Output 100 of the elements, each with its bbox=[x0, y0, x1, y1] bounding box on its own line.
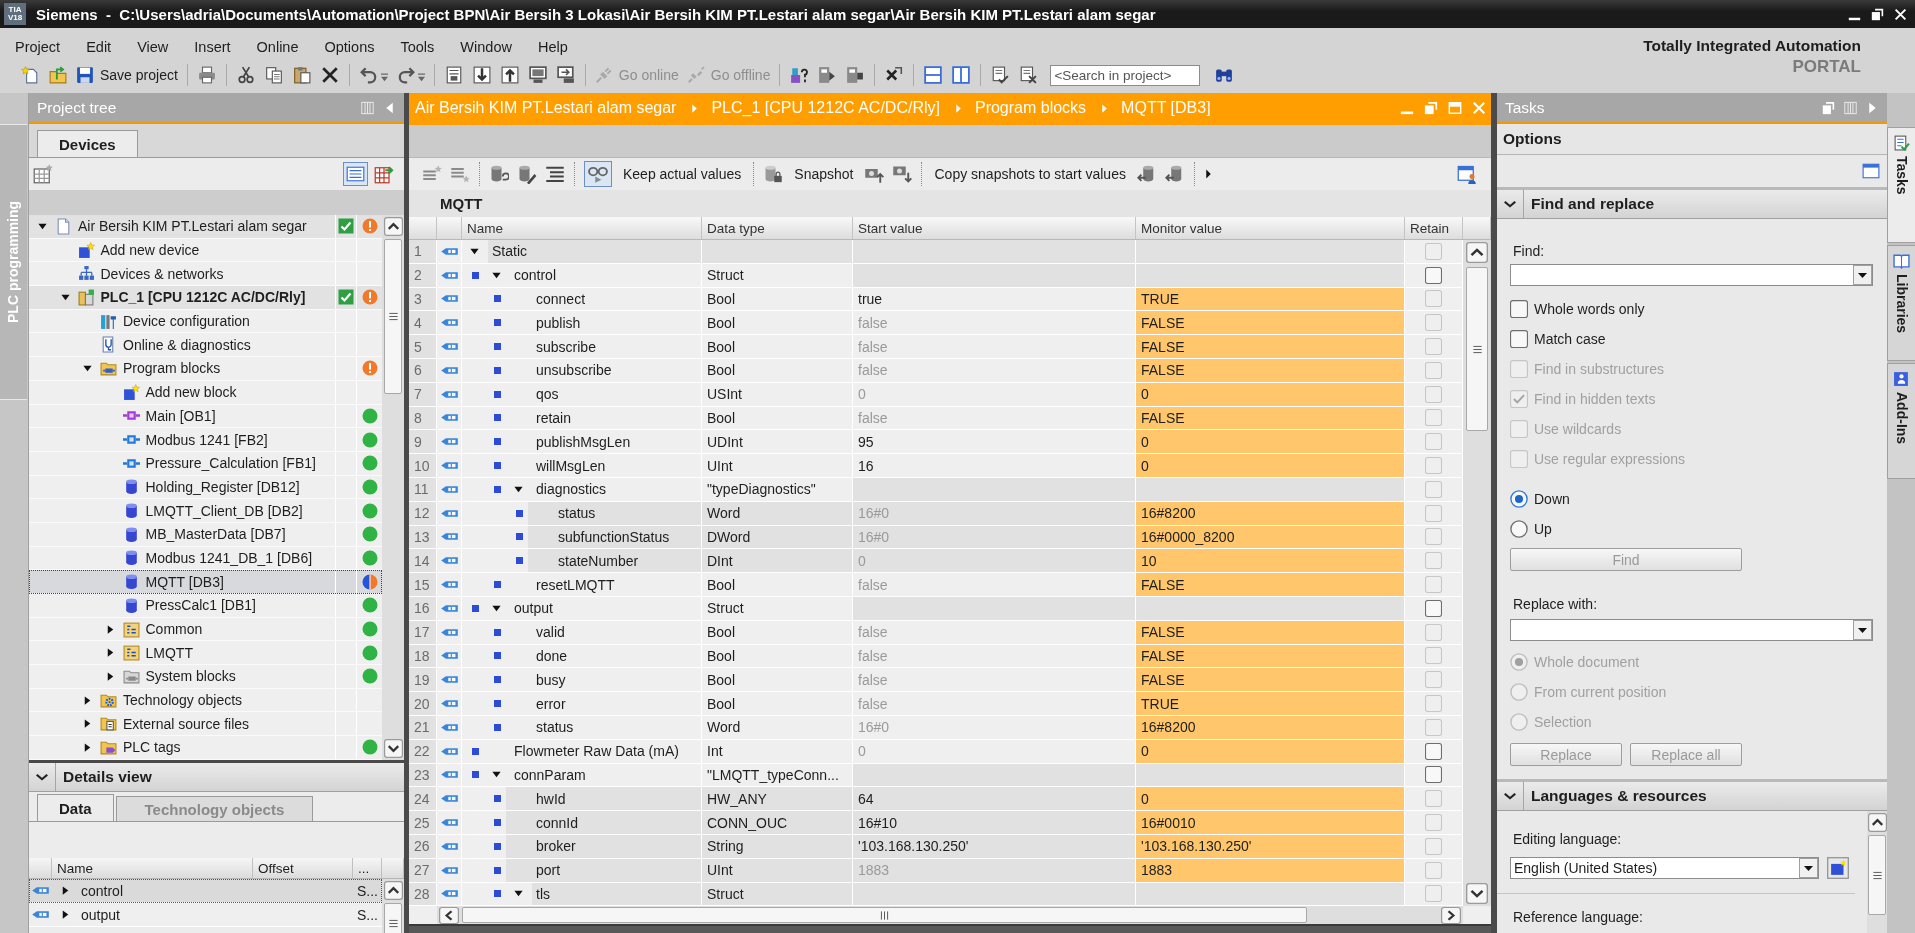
tree-item[interactable]: Modbus 1241_DB_1 [DB6] bbox=[145, 549, 313, 566]
scroll-left-icon[interactable] bbox=[439, 906, 459, 924]
menu-item[interactable]: Tools bbox=[388, 36, 447, 57]
checkbox[interactable] bbox=[1425, 599, 1442, 617]
document-check-icon[interactable] bbox=[991, 66, 1010, 84]
undo-icon[interactable] bbox=[359, 66, 378, 84]
triangle-right-icon[interactable] bbox=[82, 718, 93, 730]
chevron-down-icon[interactable] bbox=[1503, 790, 1517, 802]
printer-icon[interactable] bbox=[197, 66, 216, 84]
tree-item[interactable]: MB_MasterData [DB7] bbox=[145, 526, 286, 543]
star-tile-icon[interactable] bbox=[1827, 857, 1849, 879]
scrollbar[interactable] bbox=[382, 879, 404, 933]
tree-item[interactable]: System blocks bbox=[145, 668, 236, 685]
vertical-tab[interactable]: Tasks bbox=[1887, 127, 1915, 243]
radio-button[interactable] bbox=[1510, 490, 1528, 508]
language-select[interactable]: English (United States) bbox=[1510, 857, 1819, 879]
triangle-right-icon[interactable] bbox=[60, 885, 71, 896]
tab[interactable]: Devices bbox=[37, 130, 138, 157]
menu-item[interactable]: View bbox=[125, 36, 181, 57]
monitor-icon[interactable] bbox=[528, 66, 547, 84]
tree-item[interactable]: PLC tags bbox=[123, 739, 181, 756]
checkbox[interactable] bbox=[1510, 300, 1528, 318]
scroll-down-icon[interactable] bbox=[383, 739, 403, 758]
radio-button[interactable] bbox=[1510, 520, 1528, 538]
copy-icon[interactable] bbox=[264, 66, 283, 84]
monitor-arrow-icon[interactable] bbox=[556, 66, 575, 84]
compile-icon[interactable] bbox=[444, 66, 463, 84]
database-undo-icon[interactable] bbox=[489, 164, 509, 184]
tree-item[interactable]: LMQTT bbox=[145, 644, 193, 661]
tree-item[interactable]: PLC_1 [CPU 1212C AC/DC/Rly] bbox=[100, 289, 306, 306]
chevron-down-icon[interactable] bbox=[1503, 198, 1517, 210]
binoculars-icon[interactable] bbox=[1215, 66, 1234, 84]
triangle-right-icon[interactable] bbox=[82, 741, 93, 753]
triangle-right-icon[interactable] bbox=[60, 909, 71, 920]
paste-icon[interactable] bbox=[292, 66, 311, 84]
scissors-icon[interactable] bbox=[236, 66, 255, 84]
download-icon[interactable] bbox=[472, 66, 491, 84]
scrollbar[interactable] bbox=[1867, 811, 1887, 933]
checkbox[interactable] bbox=[1510, 330, 1528, 348]
camera-arrow-down-icon[interactable] bbox=[892, 164, 913, 184]
column-header[interactable]: ... bbox=[353, 858, 382, 878]
tree-item[interactable]: Technology objects bbox=[123, 692, 243, 709]
tree-item[interactable]: Holding_Register [DB12] bbox=[145, 478, 300, 495]
scroll-right-icon[interactable] bbox=[1441, 906, 1461, 924]
save-project-button[interactable]: Save project bbox=[72, 63, 182, 87]
triangle-right-icon[interactable] bbox=[1203, 168, 1213, 180]
tree-item[interactable]: Main [OB1] bbox=[145, 407, 216, 424]
column-header[interactable]: Name bbox=[462, 217, 702, 239]
tree-item[interactable]: External source files bbox=[123, 715, 250, 732]
checkbox[interactable] bbox=[1425, 266, 1442, 284]
tree-item[interactable]: LMQTT_Client_DB [DB2] bbox=[145, 502, 303, 519]
menu-item[interactable]: Options bbox=[312, 36, 387, 57]
search-field[interactable]: <Search in project> bbox=[1050, 64, 1201, 86]
copy-snapshots-button[interactable]: Copy snapshots to start values bbox=[927, 166, 1133, 182]
window-icon[interactable] bbox=[1862, 162, 1880, 180]
list-view-icon[interactable] bbox=[343, 162, 368, 186]
scrollbar[interactable] bbox=[1463, 240, 1491, 907]
tree-item[interactable]: Common bbox=[145, 621, 203, 638]
replace-field[interactable] bbox=[1510, 619, 1873, 641]
tree-item[interactable]: Modbus 1241 [FB2] bbox=[145, 431, 268, 448]
column-header[interactable]: Name bbox=[52, 858, 253, 878]
tree-item[interactable]: Program blocks bbox=[123, 360, 221, 377]
glasses-icon[interactable] bbox=[584, 161, 612, 187]
chevron-down-icon[interactable] bbox=[35, 771, 49, 783]
stop-cpu-icon[interactable] bbox=[846, 66, 865, 84]
delete-icon[interactable] bbox=[320, 66, 339, 84]
upload-icon[interactable] bbox=[500, 66, 519, 84]
menu-item[interactable]: Window bbox=[448, 36, 524, 57]
keep-actual-values-button[interactable]: Keep actual values bbox=[616, 166, 749, 182]
checkbox[interactable] bbox=[1425, 742, 1442, 760]
triangle-right-icon[interactable] bbox=[82, 694, 93, 706]
scroll-thumb[interactable] bbox=[1868, 835, 1886, 915]
scrollbar[interactable] bbox=[382, 215, 404, 760]
checkbox[interactable] bbox=[1425, 766, 1442, 784]
scroll-thumb[interactable] bbox=[1466, 267, 1488, 431]
scroll-up-icon[interactable] bbox=[1867, 813, 1887, 832]
table-arrow-icon[interactable] bbox=[374, 164, 394, 184]
vertical-tab[interactable]: Add-Ins bbox=[1887, 363, 1915, 479]
scroll-up-icon[interactable] bbox=[383, 217, 403, 236]
list-row[interactable]: control S... bbox=[29, 879, 382, 903]
scrollbar[interactable] bbox=[437, 906, 1463, 925]
restore-icon[interactable] bbox=[1871, 7, 1884, 21]
menu-item[interactable]: Insert bbox=[182, 36, 243, 57]
tree-item[interactable]: Pressure_Calculation [FB1] bbox=[145, 455, 316, 472]
tree-item[interactable]: MQTT [DB3] bbox=[145, 573, 224, 590]
column-header[interactable]: Start value bbox=[853, 217, 1136, 239]
split-horizontal-icon[interactable] bbox=[924, 66, 943, 84]
scroll-thumb[interactable] bbox=[384, 239, 402, 394]
open-folder-icon[interactable] bbox=[49, 66, 67, 84]
column-header[interactable]: Retain bbox=[1405, 217, 1463, 239]
menu-item[interactable]: Project bbox=[3, 36, 73, 57]
snapshot-button[interactable]: Snapshot bbox=[787, 166, 861, 182]
tree-item[interactable]: PressCalc1 [DB1] bbox=[145, 597, 256, 614]
window-person-icon[interactable] bbox=[1457, 164, 1477, 184]
list-icon[interactable] bbox=[545, 164, 565, 184]
scroll-down-icon[interactable] bbox=[1466, 883, 1488, 905]
tab[interactable]: Data bbox=[37, 794, 114, 821]
menu-item[interactable]: Edit bbox=[74, 36, 124, 57]
new-project-icon[interactable] bbox=[21, 66, 39, 84]
tree-item[interactable]: Device configuration bbox=[123, 313, 250, 330]
